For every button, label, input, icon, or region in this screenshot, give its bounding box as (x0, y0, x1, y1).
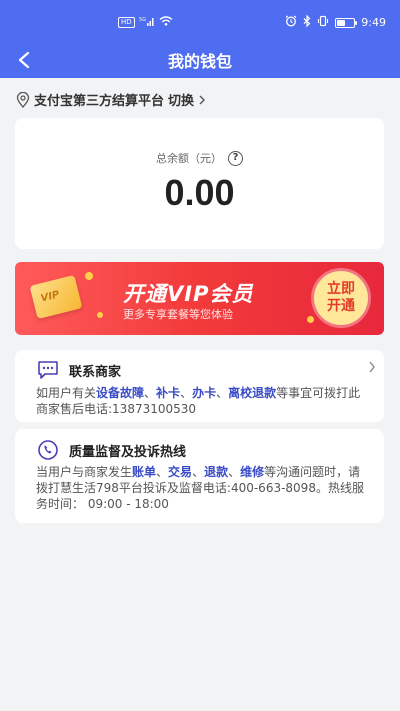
hotline-hl-1: 账单 (132, 465, 157, 479)
hotline-sep-1: 、 (156, 465, 169, 479)
open-vip-label-2: 开通 (327, 298, 355, 314)
contact-hl-3: 办卡 (192, 386, 217, 400)
hd-badge: HD (118, 17, 135, 28)
open-vip-button[interactable]: 立即 开通 (314, 271, 368, 325)
platform-row: 支付宝第三方结算平台 切换 (16, 90, 206, 109)
hotline-sep-2: 、 (192, 465, 205, 479)
vip-banner[interactable]: VIP 开通VIP会员 更多专享套餐等您体验 立即 开通 (15, 262, 384, 335)
hotline-hl-2: 交易 (168, 465, 193, 479)
open-vip-label-1: 立即 (327, 281, 355, 297)
help-icon[interactable]: ? (228, 150, 243, 166)
phone-support-icon (38, 440, 58, 460)
balance-label-row: 总余额（元） ? (15, 150, 384, 166)
contact-hl-4: 离校退款 (228, 386, 277, 400)
vip-title: 开通VIP会员 (123, 282, 254, 306)
signal-icon: 5G (139, 16, 155, 29)
balance-card: 总余额（元） ? 0.00 (15, 118, 384, 249)
battery-icon (335, 17, 358, 28)
location-pin-icon (16, 91, 30, 108)
status-right: 9:49 (285, 14, 386, 30)
hotline-text-1: 当用户与商家发生 (36, 465, 133, 479)
vip-card-icon: VIP (29, 274, 83, 320)
vip-card-text: VIP (39, 289, 61, 305)
contact-sep-1: 、 (144, 386, 157, 400)
hotline-hl-4: 维修 (240, 465, 265, 479)
contact-text-1: 如用户有关 (36, 386, 97, 400)
hotline-card-text: 当用户与商家发生账单、交易、退款、维修等沟通问题时，请拨打慧生活798平台投诉及… (36, 464, 366, 512)
hotline-sep-3: 、 (228, 465, 241, 479)
wifi-icon (159, 16, 173, 29)
switch-platform-button[interactable]: 切换 (168, 90, 206, 109)
chat-bubble-icon (38, 361, 58, 379)
coin-deco (97, 312, 103, 318)
contact-card-text: 如用户有关设备故障、补卡、办卡、离校退款等事宜可拨打此商家售后电话:138731… (36, 385, 366, 417)
status-time: 9:49 (361, 16, 386, 29)
hotline-card-title: 质量监督及投诉热线 (69, 444, 187, 460)
coin-deco (85, 272, 93, 280)
vibrate-icon (317, 15, 329, 30)
complaint-hotline-card: 质量监督及投诉热线 当用户与商家发生账单、交易、退款、维修等沟通问题时，请拨打慧… (15, 429, 384, 523)
vip-subtitle: 更多专享套餐等您体验 (123, 308, 233, 321)
balance-value: 0.00 (164, 172, 235, 213)
contact-sep-3: 、 (216, 386, 229, 400)
header-bar: HD 5G 9:49 我的钱包 (0, 0, 400, 78)
coin-deco (307, 316, 314, 323)
switch-label: 切换 (168, 94, 195, 109)
alarm-icon (285, 15, 297, 30)
contact-card-title: 联系商家 (69, 364, 122, 380)
hotline-card-head: 质量监督及投诉热线 (37, 439, 186, 461)
chevron-right-icon (199, 95, 206, 104)
network-label: 5G (139, 17, 146, 23)
hotline-hl-3: 退款 (204, 465, 229, 479)
status-bar: HD 5G 9:49 (0, 0, 400, 44)
contact-hl-2: 补卡 (156, 386, 181, 400)
bluetooth-icon (303, 14, 311, 30)
contact-hl-1: 设备故障 (96, 386, 145, 400)
chevron-right-icon (369, 361, 375, 373)
page-title: 我的钱包 (167, 52, 232, 71)
contact-sep-2: 、 (180, 386, 193, 400)
balance-label: 总余额（元） (156, 152, 222, 165)
contact-merchant-card[interactable]: 联系商家 如用户有关设备故障、补卡、办卡、离校退款等事宜可拨打此商家售后电话:1… (15, 350, 384, 422)
status-left: HD 5G (118, 16, 173, 29)
contact-card-head: 联系商家 (37, 360, 121, 380)
platform-name: 支付宝第三方结算平台 (34, 94, 165, 109)
